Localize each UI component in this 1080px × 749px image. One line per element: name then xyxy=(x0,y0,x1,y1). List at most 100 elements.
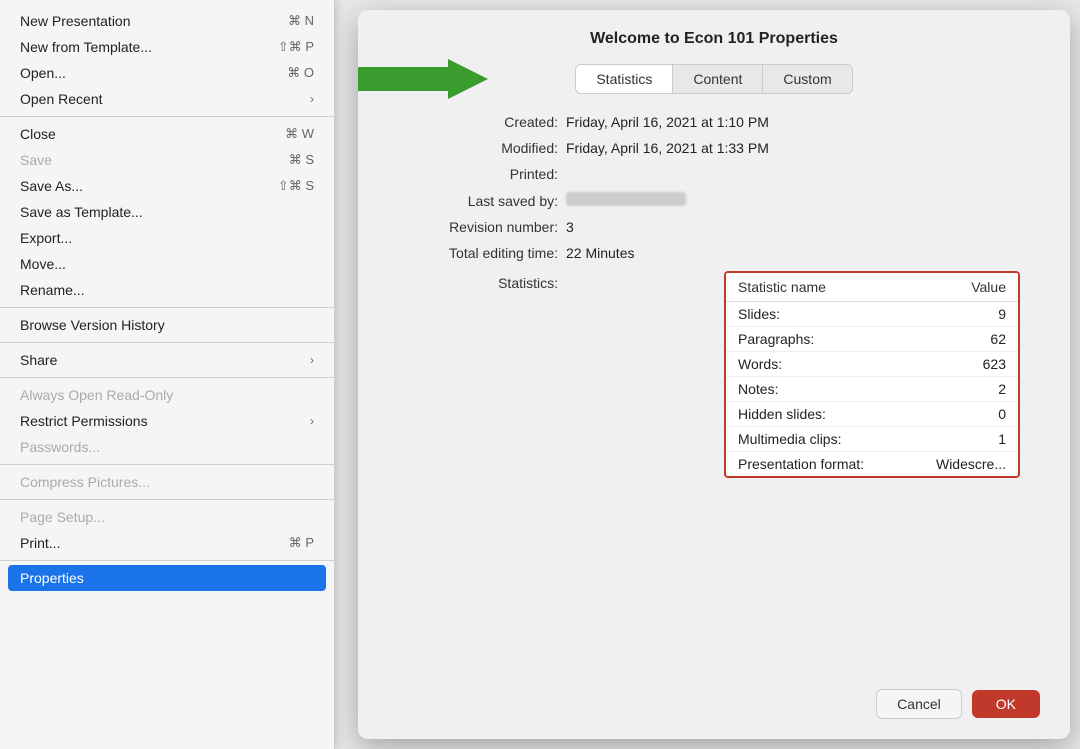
cancel-button[interactable]: Cancel xyxy=(876,689,962,719)
menu-item-save-as[interactable]: Save As... ⇧⌘ S xyxy=(0,173,334,199)
stats-name-4: Hidden slides: xyxy=(726,402,906,427)
stats-row-5: Multimedia clips:1 xyxy=(726,427,1018,452)
submenu-arrow-icon-restrict-permissions: › xyxy=(310,414,314,428)
stats-col-name: Statistic name xyxy=(726,273,906,302)
info-value-0: Friday, April 16, 2021 at 1:10 PM xyxy=(566,114,769,130)
menu-item-label-share: Share xyxy=(20,352,310,368)
stats-name-3: Notes: xyxy=(726,377,906,402)
info-label-3: Last saved by: xyxy=(408,193,558,209)
menu-item-restrict-permissions[interactable]: Restrict Permissions› xyxy=(0,408,334,434)
statistics-label: Statistics: xyxy=(408,269,558,291)
menu-separator xyxy=(0,342,334,343)
info-row-5: Total editing time: 22 Minutes xyxy=(408,245,1020,261)
green-arrow-icon xyxy=(358,57,488,101)
ok-button[interactable]: OK xyxy=(972,690,1040,718)
menu-item-save-as-template[interactable]: Save as Template... xyxy=(0,199,334,225)
menu-item-label-page-setup: Page Setup... xyxy=(20,509,314,525)
tab-group: StatisticsContentCustom xyxy=(575,64,852,94)
menu-item-label-open: Open... xyxy=(20,65,267,81)
properties-dialog: Welcome to Econ 101 Properties Statistic… xyxy=(358,10,1070,739)
menu-item-label-browse-version-history: Browse Version History xyxy=(20,317,314,333)
dialog-title: Welcome to Econ 101 Properties xyxy=(388,30,1040,48)
stats-name-0: Slides: xyxy=(726,302,906,327)
menu-separator xyxy=(0,377,334,378)
tab-statistics[interactable]: Statistics xyxy=(576,65,673,93)
menu-item-passwords: Passwords... xyxy=(0,434,334,460)
menu-item-shortcut-open: ⌘ O xyxy=(287,65,314,81)
menu-item-label-open-recent: Open Recent xyxy=(20,91,310,107)
info-row-2: Printed: xyxy=(408,166,1020,182)
stats-name-5: Multimedia clips: xyxy=(726,427,906,452)
menu-item-export[interactable]: Export... xyxy=(0,225,334,251)
menu-item-new-from-template[interactable]: New from Template... ⇧⌘ P xyxy=(0,34,334,60)
info-section: Created: Friday, April 16, 2021 at 1:10 P… xyxy=(388,114,1040,261)
stats-row-2: Words:623 xyxy=(726,352,1018,377)
menu-item-browse-version-history[interactable]: Browse Version History xyxy=(0,312,334,338)
menu-item-share[interactable]: Share› xyxy=(0,347,334,373)
info-value-1: Friday, April 16, 2021 at 1:33 PM xyxy=(566,140,769,156)
stats-value-5: 1 xyxy=(906,427,1018,452)
stats-row-1: Paragraphs:62 xyxy=(726,327,1018,352)
stats-row-3: Notes:2 xyxy=(726,377,1018,402)
menu-item-shortcut-close: ⌘ W xyxy=(285,126,314,142)
menu-item-new-presentation[interactable]: New Presentation ⌘ N xyxy=(0,8,334,34)
stats-value-3: 2 xyxy=(906,377,1018,402)
statistics-table-container: Statistic name Value Slides:9Paragraphs:… xyxy=(724,271,1020,478)
info-row-4: Revision number:3 xyxy=(408,219,1020,235)
info-row-3: Last saved by: xyxy=(408,192,1020,209)
menu-item-label-always-open-read-only: Always Open Read-Only xyxy=(20,387,314,403)
menu-item-open[interactable]: Open... ⌘ O xyxy=(0,60,334,86)
menu-item-label-rename: Rename... xyxy=(20,282,314,298)
menu-separator xyxy=(0,464,334,465)
menu-item-label-save-as-template: Save as Template... xyxy=(20,204,314,220)
file-menu: New Presentation ⌘ N New from Template... ⇧… xyxy=(0,0,335,749)
tabs-row: StatisticsContentCustom xyxy=(388,64,1040,94)
menu-item-shortcut-new-presentation: ⌘ N xyxy=(288,13,314,29)
menu-item-label-new-presentation: New Presentation xyxy=(20,13,268,29)
tab-content[interactable]: Content xyxy=(673,65,763,93)
info-value-5: 22 Minutes xyxy=(566,245,634,261)
menu-separator xyxy=(0,560,334,561)
menu-separator xyxy=(0,499,334,500)
menu-item-properties[interactable]: Properties xyxy=(8,565,326,591)
menu-item-compress-pictures: Compress Pictures... xyxy=(0,469,334,495)
menu-item-label-save: Save xyxy=(20,152,269,168)
menu-item-open-recent[interactable]: Open Recent› xyxy=(0,86,334,112)
menu-item-label-save-as: Save As... xyxy=(20,178,258,194)
menu-item-print[interactable]: Print... ⌘ P xyxy=(0,530,334,556)
menu-item-label-move: Move... xyxy=(20,256,314,272)
stats-value-4: 0 xyxy=(906,402,1018,427)
info-label-0: Created: xyxy=(408,114,558,130)
dialog-footer: Cancel OK xyxy=(388,673,1040,719)
menu-item-page-setup: Page Setup... xyxy=(0,504,334,530)
stats-value-2: 623 xyxy=(906,352,1018,377)
info-label-5: Total editing time: xyxy=(408,245,558,261)
menu-item-label-new-from-template: New from Template... xyxy=(20,39,258,55)
menu-item-shortcut-save: ⌘ S xyxy=(289,152,314,168)
menu-item-shortcut-save-as: ⇧⌘ S xyxy=(278,178,314,194)
menu-item-always-open-read-only: Always Open Read-Only xyxy=(0,382,334,408)
statistics-table: Statistic name Value Slides:9Paragraphs:… xyxy=(726,273,1018,476)
stats-value-1: 62 xyxy=(906,327,1018,352)
info-value-4: 3 xyxy=(566,219,574,235)
stats-name-6: Presentation format: xyxy=(726,452,906,477)
menu-item-label-close: Close xyxy=(20,126,265,142)
menu-item-shortcut-print: ⌘ P xyxy=(289,535,314,551)
menu-item-label-print: Print... xyxy=(20,535,269,551)
info-label-2: Printed: xyxy=(408,166,558,182)
menu-item-rename[interactable]: Rename... xyxy=(0,277,334,303)
stats-row-6: Presentation format:Widescre... xyxy=(726,452,1018,477)
menu-item-label-export: Export... xyxy=(20,230,314,246)
tab-custom[interactable]: Custom xyxy=(763,65,851,93)
arrow-indicator xyxy=(358,57,488,101)
menu-item-close[interactable]: Close ⌘ W xyxy=(0,121,334,147)
menu-separator xyxy=(0,307,334,308)
stats-row-0: Slides:9 xyxy=(726,302,1018,327)
stats-value-6: Widescre... xyxy=(906,452,1018,477)
menu-item-shortcut-new-from-template: ⇧⌘ P xyxy=(278,39,314,55)
menu-item-label-passwords: Passwords... xyxy=(20,439,314,455)
info-value-3 xyxy=(566,192,686,206)
stats-row-4: Hidden slides:0 xyxy=(726,402,1018,427)
info-row-0: Created: Friday, April 16, 2021 at 1:10 P… xyxy=(408,114,1020,130)
menu-item-move[interactable]: Move... xyxy=(0,251,334,277)
